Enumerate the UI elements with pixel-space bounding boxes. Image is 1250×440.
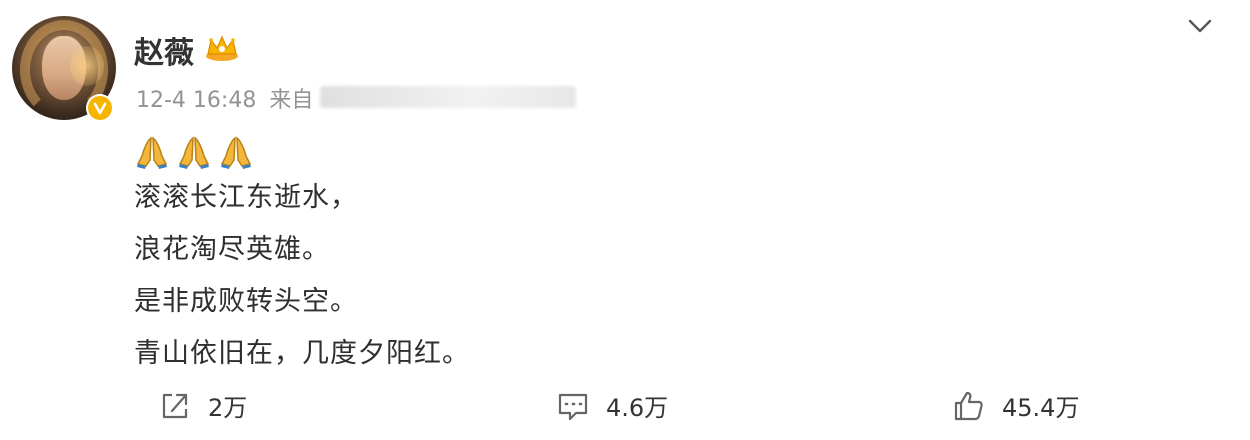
post-line: 浪花淘尽英雄。 [134,234,330,265]
comment-icon [558,393,588,420]
crown-icon[interactable] [203,32,241,62]
action-bar: 2万 4.6万 45.4万 [0,388,1250,432]
thumbs-up-icon [954,391,983,420]
pray-emoji-icon [220,136,252,169]
like-button[interactable]: 45.4万 [952,388,1079,423]
like-count: 45.4万 [1002,394,1080,422]
avatar-glow [70,46,104,86]
post-source-prefix: 来自 [269,88,314,113]
redacted-source [320,86,576,108]
post-content: 滚滚长江东逝水， 浪花淘尽英雄。 是非成败转头空。 青山依旧在，几度夕阳红。 [134,134,470,390]
comment-button[interactable]: 4.6万 [556,388,668,423]
comment-count: 4.6万 [606,394,669,422]
post-meta: 12-4 16:48 来自 [136,82,313,114]
post-line: 青山依旧在，几度夕阳红。 [134,338,470,369]
repost-button[interactable]: 2万 [158,388,247,423]
verified-v-icon [86,94,114,122]
post-line: 是非成败转头空。 [134,286,358,317]
pray-emoji-icon [178,136,210,169]
repost-icon [162,393,188,418]
chevron-down-icon[interactable] [1186,14,1214,38]
repost-count: 2万 [208,394,248,422]
weibo-post: 赵薇 12-4 16:48 来自 滚滚长江东逝水， 浪花淘尽英雄。 是非成败转头… [0,0,1250,440]
emoji-row [134,134,470,170]
username[interactable]: 赵薇 [134,28,194,72]
post-timestamp[interactable]: 12-4 16:48 [136,88,256,113]
pray-emoji-icon [136,136,168,169]
post-line: 滚滚长江东逝水， [134,182,358,213]
